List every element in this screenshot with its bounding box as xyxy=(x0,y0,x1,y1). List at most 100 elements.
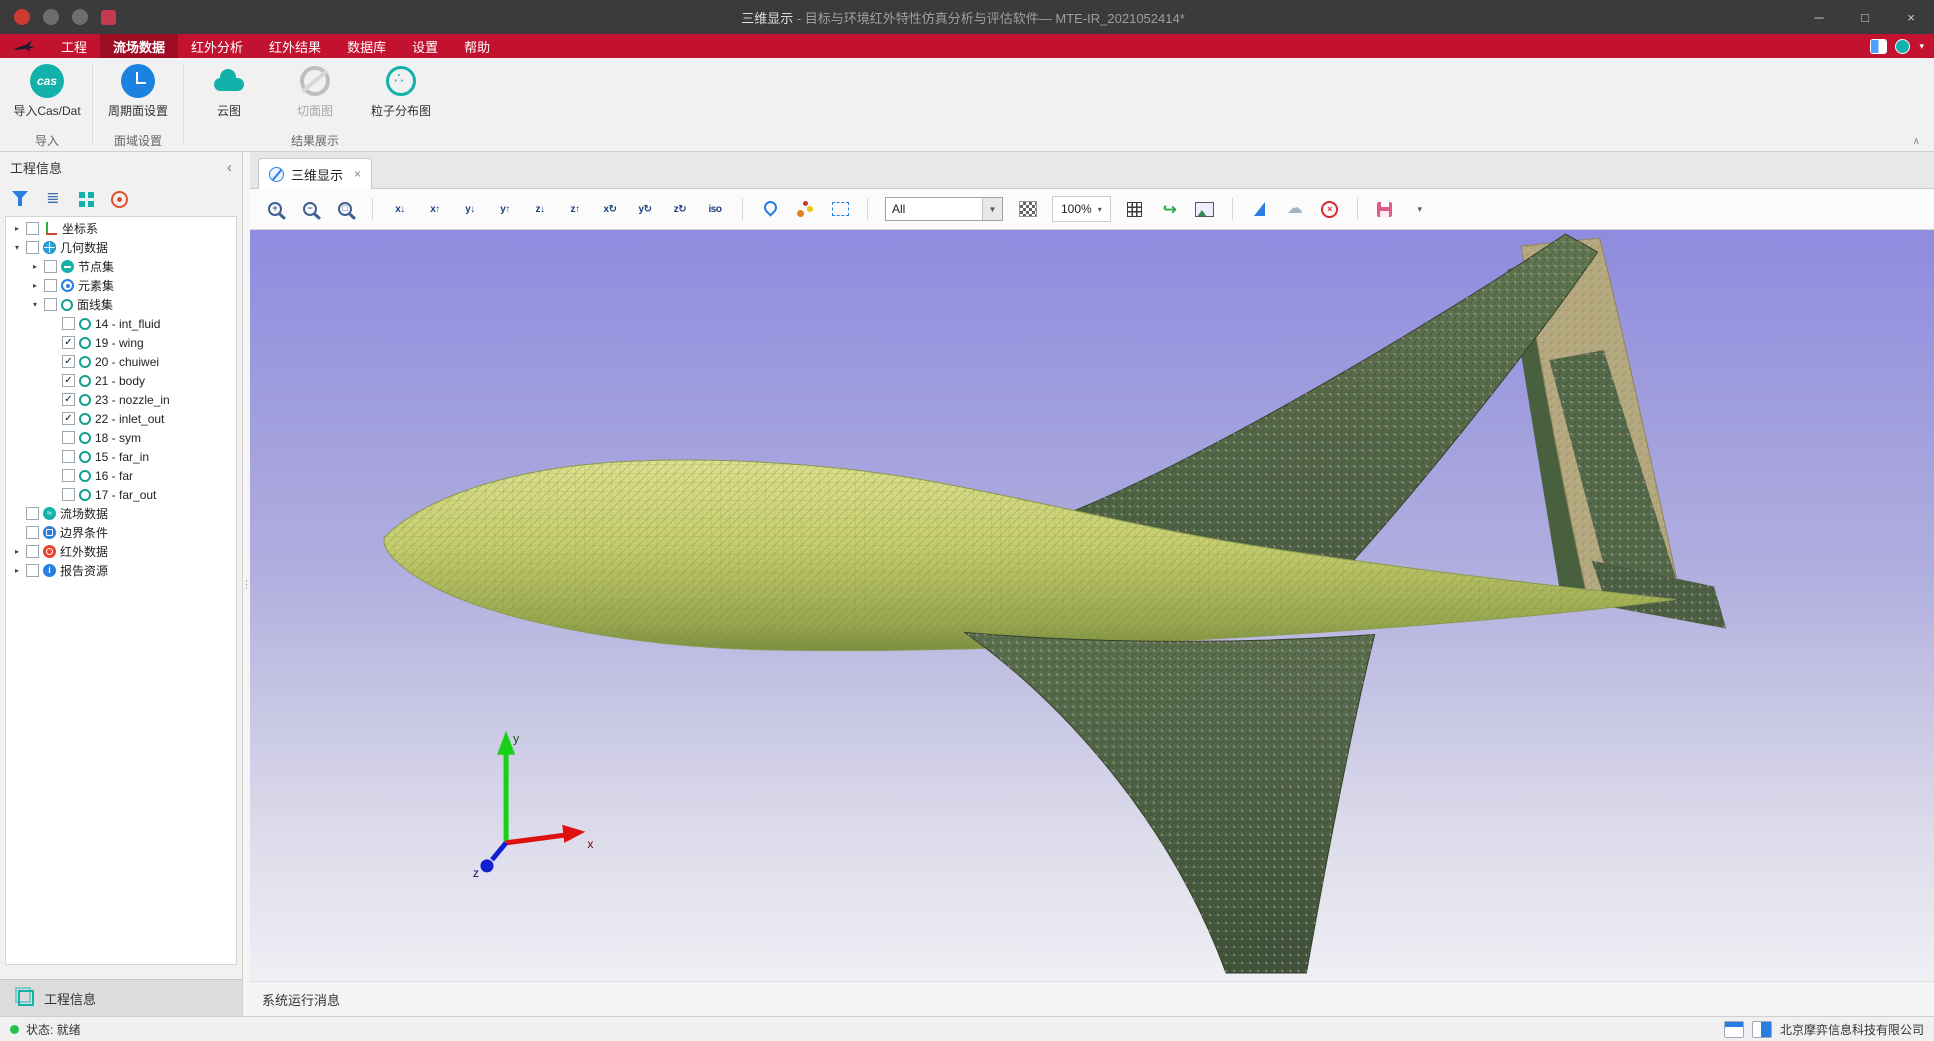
tree-item[interactable]: 18 - sym xyxy=(6,428,236,447)
tree-item[interactable]: 14 - int_fluid xyxy=(6,314,236,333)
menu-tab-4[interactable]: 数据库 xyxy=(334,34,399,58)
mirror-icon[interactable] xyxy=(1245,196,1275,222)
panel-splitter[interactable]: ⋮ xyxy=(243,152,250,1016)
caret-icon[interactable]: ▾ xyxy=(1405,196,1435,222)
tree-item[interactable]: 16 - far xyxy=(6,466,236,485)
tree-item[interactable]: ▸元素集 xyxy=(6,276,236,295)
close-button[interactable]: × xyxy=(1888,0,1934,34)
tree-checkbox[interactable] xyxy=(62,317,75,330)
menu-tab-2[interactable]: 红外分析 xyxy=(178,34,256,58)
marquee-icon[interactable] xyxy=(825,196,855,222)
tree-checkbox[interactable] xyxy=(62,488,75,501)
menu-tab-0[interactable]: 工程 xyxy=(48,34,100,58)
menu-tab-6[interactable]: 帮助 xyxy=(451,34,503,58)
tree-item[interactable]: ▸红外数据 xyxy=(6,542,236,561)
rotate-x-icon[interactable]: x↻ xyxy=(595,196,625,222)
tree-item[interactable]: 19 - wing xyxy=(6,333,236,352)
view-z-neg-icon[interactable]: z↓ xyxy=(525,196,555,222)
tree-checkbox[interactable] xyxy=(44,279,57,292)
filter-icon[interactable] xyxy=(6,186,34,212)
tree-checkbox[interactable] xyxy=(26,526,39,539)
delete-icon[interactable]: × xyxy=(1315,196,1345,222)
zoom-out-icon[interactable]: − xyxy=(295,196,325,222)
zoom-fit-icon[interactable]: □ xyxy=(330,196,360,222)
tree-item[interactable]: 20 - chuiwei xyxy=(6,352,236,371)
tree-item[interactable]: 边界条件 xyxy=(6,523,236,542)
ribbon-button-cloud[interactable]: 云图 xyxy=(186,58,272,129)
particles-icon[interactable] xyxy=(790,196,820,222)
view-iso-icon[interactable]: iso xyxy=(700,196,730,222)
expander-icon[interactable]: ▸ xyxy=(30,281,40,290)
tree-checkbox[interactable] xyxy=(26,545,39,558)
expander-icon[interactable]: ▸ xyxy=(12,566,22,575)
grid-icon[interactable] xyxy=(72,186,100,212)
ribbon-button-particles[interactable]: 粒子分布图 xyxy=(358,58,444,129)
view-x-pos-icon[interactable]: x↑ xyxy=(420,196,450,222)
view-z-pos-icon[interactable]: z↑ xyxy=(560,196,590,222)
panel-toggle-icon[interactable] xyxy=(1752,1021,1772,1038)
tree-item[interactable]: 21 - body xyxy=(6,371,236,390)
tree-item[interactable]: ▸报告资源 xyxy=(6,561,236,580)
menu-tab-3[interactable]: 红外结果 xyxy=(256,34,334,58)
menu-tab-1[interactable]: 流场数据 xyxy=(100,34,178,58)
tree-checkbox[interactable] xyxy=(26,564,39,577)
menu-tab-5[interactable]: 设置 xyxy=(399,34,451,58)
menubar-caret-icon[interactable]: ▾ xyxy=(1919,41,1924,52)
expander-icon[interactable]: ▸ xyxy=(12,224,22,233)
console-toggle-icon[interactable] xyxy=(1724,1021,1744,1038)
tree-checkbox[interactable] xyxy=(62,450,75,463)
minimize-button[interactable]: ─ xyxy=(1796,0,1842,34)
ribbon-button-slice[interactable]: 切面图 xyxy=(272,58,358,129)
tree-checkbox[interactable] xyxy=(62,355,75,368)
tree-item[interactable]: ▾面线集 xyxy=(6,295,236,314)
locate-icon[interactable] xyxy=(105,186,133,212)
tree-checkbox[interactable] xyxy=(44,260,57,273)
tab-3d-view[interactable]: 三维显示 × xyxy=(258,158,372,189)
3d-viewport[interactable]: y x z xyxy=(250,230,1934,981)
rotate-z-icon[interactable]: z↻ xyxy=(665,196,695,222)
tree-item[interactable]: 15 - far_in xyxy=(6,447,236,466)
expander-icon[interactable]: ▸ xyxy=(30,262,40,271)
tree-checkbox[interactable] xyxy=(62,336,75,349)
expander-icon[interactable]: ▾ xyxy=(12,243,22,252)
tree-item[interactable]: 23 - nozzle_in xyxy=(6,390,236,409)
list-icon[interactable]: ≣ xyxy=(39,186,67,212)
maximize-button[interactable]: □ xyxy=(1842,0,1888,34)
tree-item[interactable]: ▾几何数据 xyxy=(6,238,236,257)
locate-icon[interactable] xyxy=(755,196,785,222)
tab-close-icon[interactable]: × xyxy=(354,167,361,181)
ribbon-button-cas[interactable]: 导入Cas/Dat xyxy=(4,58,90,129)
titlebar-badge-1-icon[interactable] xyxy=(43,9,59,25)
app-icon[interactable] xyxy=(14,9,30,25)
tree-item[interactable]: 17 - far_out xyxy=(6,485,236,504)
tree-checkbox[interactable] xyxy=(62,412,75,425)
theme-icon[interactable] xyxy=(1895,39,1910,54)
tree-checkbox[interactable] xyxy=(62,374,75,387)
display-filter-select[interactable]: All▼ xyxy=(885,197,1003,221)
tree-checkbox[interactable] xyxy=(26,222,39,235)
tree-checkbox[interactable] xyxy=(62,469,75,482)
zoom-level-select[interactable]: 100%▾ xyxy=(1052,196,1111,222)
window-layout-icon[interactable] xyxy=(1871,40,1886,53)
titlebar-badge-2-icon[interactable] xyxy=(72,9,88,25)
expander-icon[interactable]: ▸ xyxy=(12,547,22,556)
tree-checkbox[interactable] xyxy=(26,507,39,520)
tree-item[interactable]: 22 - inlet_out xyxy=(6,409,236,428)
grid-icon[interactable] xyxy=(1120,196,1150,222)
tree-checkbox[interactable] xyxy=(62,431,75,444)
ribbon-button-clock[interactable]: 周期面设置 xyxy=(95,58,181,129)
view-y-neg-icon[interactable]: y↓ xyxy=(455,196,485,222)
tree-item[interactable]: ▸节点集 xyxy=(6,257,236,276)
message-bar[interactable]: 系统运行消息 xyxy=(250,981,1934,1016)
view-x-neg-icon[interactable]: x↓ xyxy=(385,196,415,222)
export-icon[interactable]: ↪ xyxy=(1155,196,1185,222)
titlebar-badge-3-icon[interactable] xyxy=(101,10,116,25)
cloud-icon[interactable]: ☁ xyxy=(1280,196,1310,222)
snapshot-icon[interactable] xyxy=(1190,196,1220,222)
tree-checkbox[interactable] xyxy=(26,241,39,254)
tree-item[interactable]: 流场数据 xyxy=(6,504,236,523)
zoom-in-icon[interactable]: + xyxy=(260,196,290,222)
expander-icon[interactable]: ▾ xyxy=(30,300,40,309)
texture-icon[interactable] xyxy=(1013,196,1043,222)
save-icon[interactable] xyxy=(1370,196,1400,222)
